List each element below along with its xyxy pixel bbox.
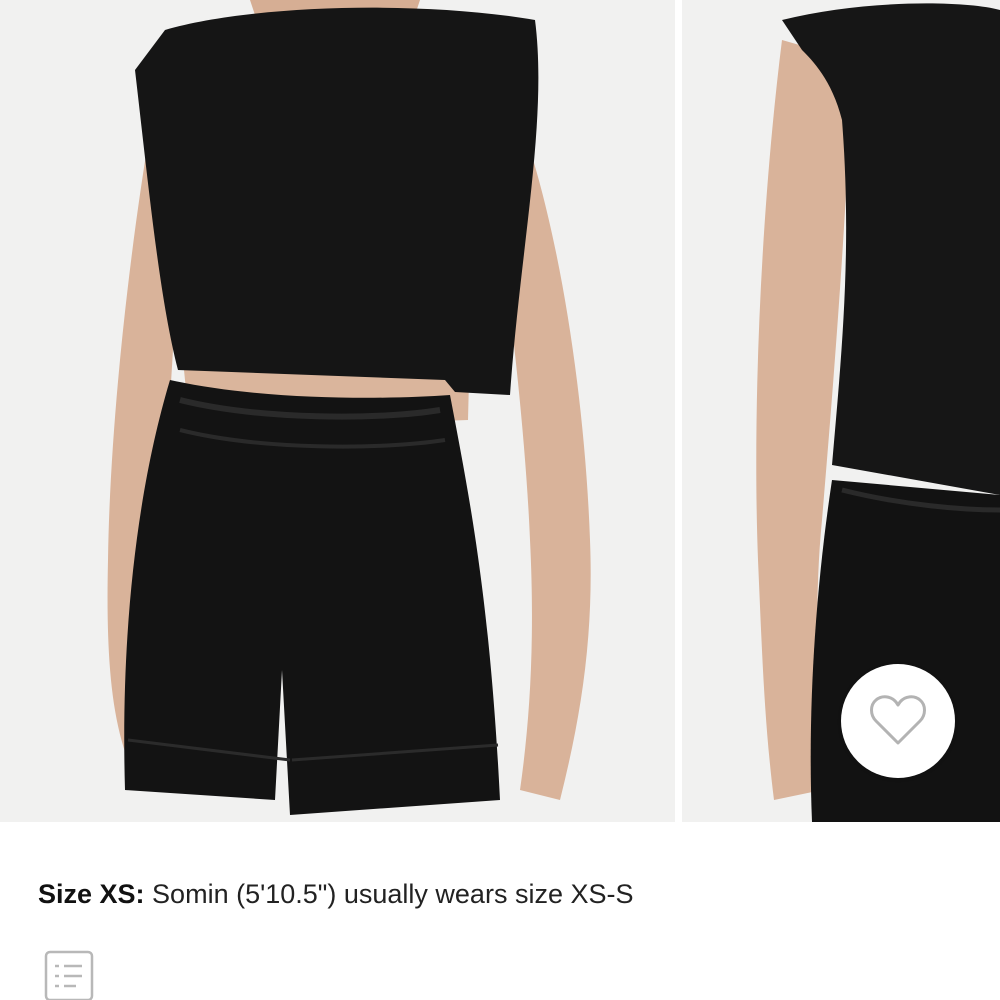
heart-outline-icon — [870, 695, 926, 745]
model-front-illustration — [0, 0, 675, 822]
size-label: Size XS: — [38, 879, 145, 909]
product-photo-side[interactable] — [682, 0, 1000, 822]
model-side-illustration — [682, 0, 1000, 822]
notes-list-icon-glyph — [44, 950, 94, 1000]
notes-list-icon[interactable] — [42, 948, 98, 1000]
model-fit-note: Size XS: Somin (5'10.5") usually wears s… — [38, 876, 633, 912]
fit-description: Somin (5'10.5") usually wears size XS-S — [144, 879, 634, 909]
product-photo-front[interactable] — [0, 0, 675, 822]
product-image-gallery[interactable] — [0, 0, 1000, 822]
favorite-button[interactable] — [841, 664, 955, 778]
